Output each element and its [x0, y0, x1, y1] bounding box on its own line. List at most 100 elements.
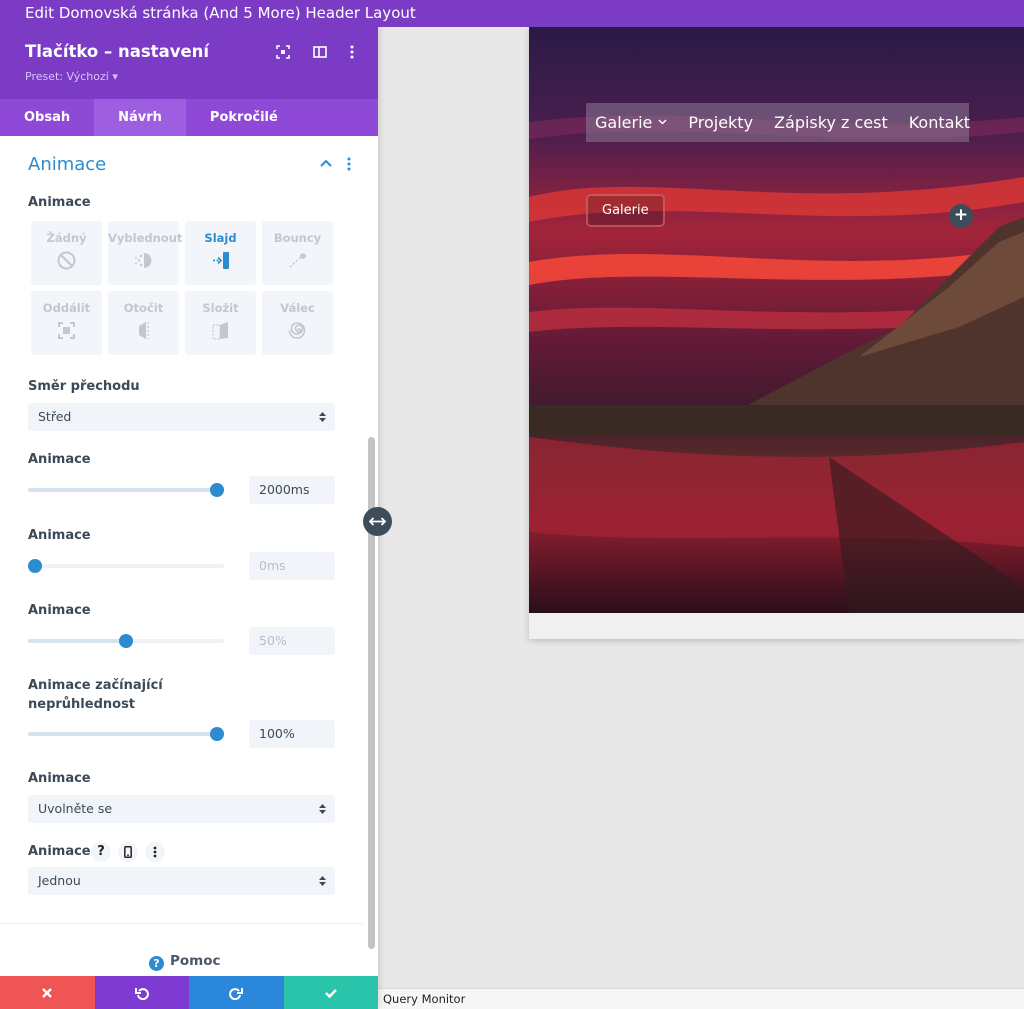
opacity-slider-handle[interactable] — [210, 727, 224, 741]
add-module-button[interactable]: + — [949, 204, 973, 228]
easing-label: Animace — [28, 771, 91, 786]
help-label: Pomoc — [170, 953, 221, 969]
anim-option-zoom[interactable]: Oddálit — [31, 291, 102, 355]
roll-icon — [288, 322, 306, 339]
horizontal-resize-icon — [369, 517, 386, 526]
repeat-more-icon[interactable] — [145, 842, 165, 862]
repeat-value: Jednou — [38, 873, 81, 888]
anim-option-label: Slajd — [204, 231, 237, 245]
preset-selector[interactable]: Preset: Výchozí ▾ — [25, 70, 118, 83]
repeat-label: Animace — [28, 844, 91, 859]
chevron-down-icon — [658, 119, 667, 125]
nav-item-label: Galerie — [595, 113, 653, 132]
close-icon — [42, 987, 53, 998]
anim-option-none[interactable]: Žádný — [31, 221, 102, 285]
duration-slider-fill — [28, 488, 224, 492]
anim-option-fade[interactable]: Vyblednout — [108, 221, 183, 285]
intensity-slider-fill — [28, 639, 126, 643]
panel-title: Tlačítko – nastavení — [25, 42, 210, 61]
duration-input[interactable]: 2000ms — [249, 476, 335, 504]
action-bar — [0, 976, 378, 1009]
opacity-slider-fill — [28, 732, 224, 736]
anim-option-bounce[interactable]: Bouncy — [262, 221, 333, 285]
help-link[interactable]: ? Pomoc — [149, 953, 221, 971]
query-monitor-bar[interactable]: Query Monitor — [378, 988, 1024, 1009]
delay-label: Animace — [28, 528, 91, 543]
nav-menu: Galerie Projekty Zápisky z cest Kontakt — [586, 103, 970, 142]
intensity-label: Animace — [28, 603, 91, 618]
zoom-icon — [58, 322, 75, 339]
intensity-slider-handle[interactable] — [119, 634, 133, 648]
flip-icon — [139, 322, 149, 339]
checkmark-icon — [324, 988, 337, 998]
section-more-icon[interactable] — [346, 156, 352, 172]
anim-option-flip[interactable]: Otočit — [108, 291, 179, 355]
bounce-icon — [289, 253, 306, 268]
section-title[interactable]: Animace — [28, 154, 106, 175]
direction-label: Směr přechodu — [28, 379, 140, 394]
intensity-input[interactable]: 50% — [249, 627, 335, 655]
gallery-button[interactable]: Galerie — [586, 194, 665, 227]
delay-slider[interactable] — [28, 559, 224, 573]
mobile-device-icon[interactable] — [118, 842, 138, 862]
select-arrows-icon — [319, 804, 326, 814]
redo-button[interactable] — [189, 976, 284, 1009]
opacity-input[interactable]: 100% — [249, 720, 335, 748]
split-view-icon[interactable] — [312, 44, 328, 60]
tab-design[interactable]: Návrh — [94, 99, 186, 136]
help-question-icon[interactable]: ? — [91, 842, 111, 862]
more-options-icon[interactable] — [344, 44, 360, 60]
slide-icon — [213, 252, 229, 269]
intensity-slider[interactable] — [28, 634, 224, 648]
anim-option-label: Oddálit — [42, 301, 91, 315]
anim-option-label: Bouncy — [273, 231, 322, 245]
save-button[interactable] — [283, 976, 378, 1009]
select-arrows-icon — [319, 876, 326, 886]
easing-value: Uvolněte se — [38, 801, 113, 816]
chevron-up-icon[interactable] — [319, 158, 333, 168]
duration-slider[interactable] — [28, 483, 224, 497]
opacity-slider[interactable] — [28, 727, 224, 741]
anim-option-slide[interactable]: Slajd — [185, 221, 256, 285]
resize-handle[interactable] — [363, 507, 392, 536]
delay-slider-handle[interactable] — [28, 559, 42, 573]
help-icon: ? — [149, 956, 164, 971]
fade-icon — [135, 253, 152, 268]
delay-input[interactable]: 0ms — [249, 552, 335, 580]
settings-tabs: Obsah Návrh Pokročilé — [0, 99, 378, 136]
opacity-label-line1: Animace začínající — [28, 678, 163, 693]
fullscreen-icon[interactable] — [275, 44, 291, 60]
easing-select[interactable]: Uvolněte se — [28, 795, 335, 823]
nav-item-travel-notes[interactable]: Zápisky z cest — [774, 113, 888, 132]
anim-option-label: Válec — [280, 301, 315, 315]
none-icon — [57, 251, 76, 270]
page-preview: Galerie Projekty Zápisky z cest Kontakt … — [529, 27, 1024, 639]
anim-option-roll[interactable]: Válec — [262, 291, 333, 355]
settings-content: Animace Animace Žádný Vyblednout Slajd B… — [0, 136, 364, 974]
cancel-button[interactable] — [0, 976, 95, 1009]
select-arrows-icon — [319, 412, 326, 422]
fold-icon — [212, 322, 228, 340]
tab-content[interactable]: Obsah — [0, 99, 94, 136]
help-footer: ? Pomoc — [0, 923, 364, 976]
repeat-select[interactable]: Jednou — [28, 867, 335, 895]
direction-value: Střed — [38, 409, 72, 424]
nav-item-projects[interactable]: Projekty — [688, 113, 753, 132]
undo-button[interactable] — [94, 976, 189, 1009]
anim-option-fold[interactable]: Složit — [185, 291, 256, 355]
anim-option-label: Složit — [202, 301, 239, 315]
anim-option-label: Vyblednout — [108, 231, 183, 245]
anim-option-label: Žádný — [46, 231, 87, 245]
anim-option-label: Otočit — [123, 301, 164, 315]
nav-item-gallery[interactable]: Galerie — [595, 113, 667, 132]
duration-slider-handle[interactable] — [210, 483, 224, 497]
nav-item-contact[interactable]: Kontakt — [909, 113, 970, 132]
settings-panel: Tlačítko – nastavení Preset: Výchozí ▾ O… — [0, 27, 378, 1009]
undo-icon — [134, 987, 149, 1000]
duration-label: Animace — [28, 452, 91, 467]
window-title: Edit Domovská stránka (And 5 More) Heade… — [0, 0, 1024, 27]
tab-advanced[interactable]: Pokročilé — [186, 99, 302, 136]
opacity-label-line2: neprůhlednost — [28, 697, 136, 712]
panel-header: Tlačítko – nastavení Preset: Výchozí ▾ — [0, 27, 378, 99]
direction-select[interactable]: Střed — [28, 403, 335, 431]
